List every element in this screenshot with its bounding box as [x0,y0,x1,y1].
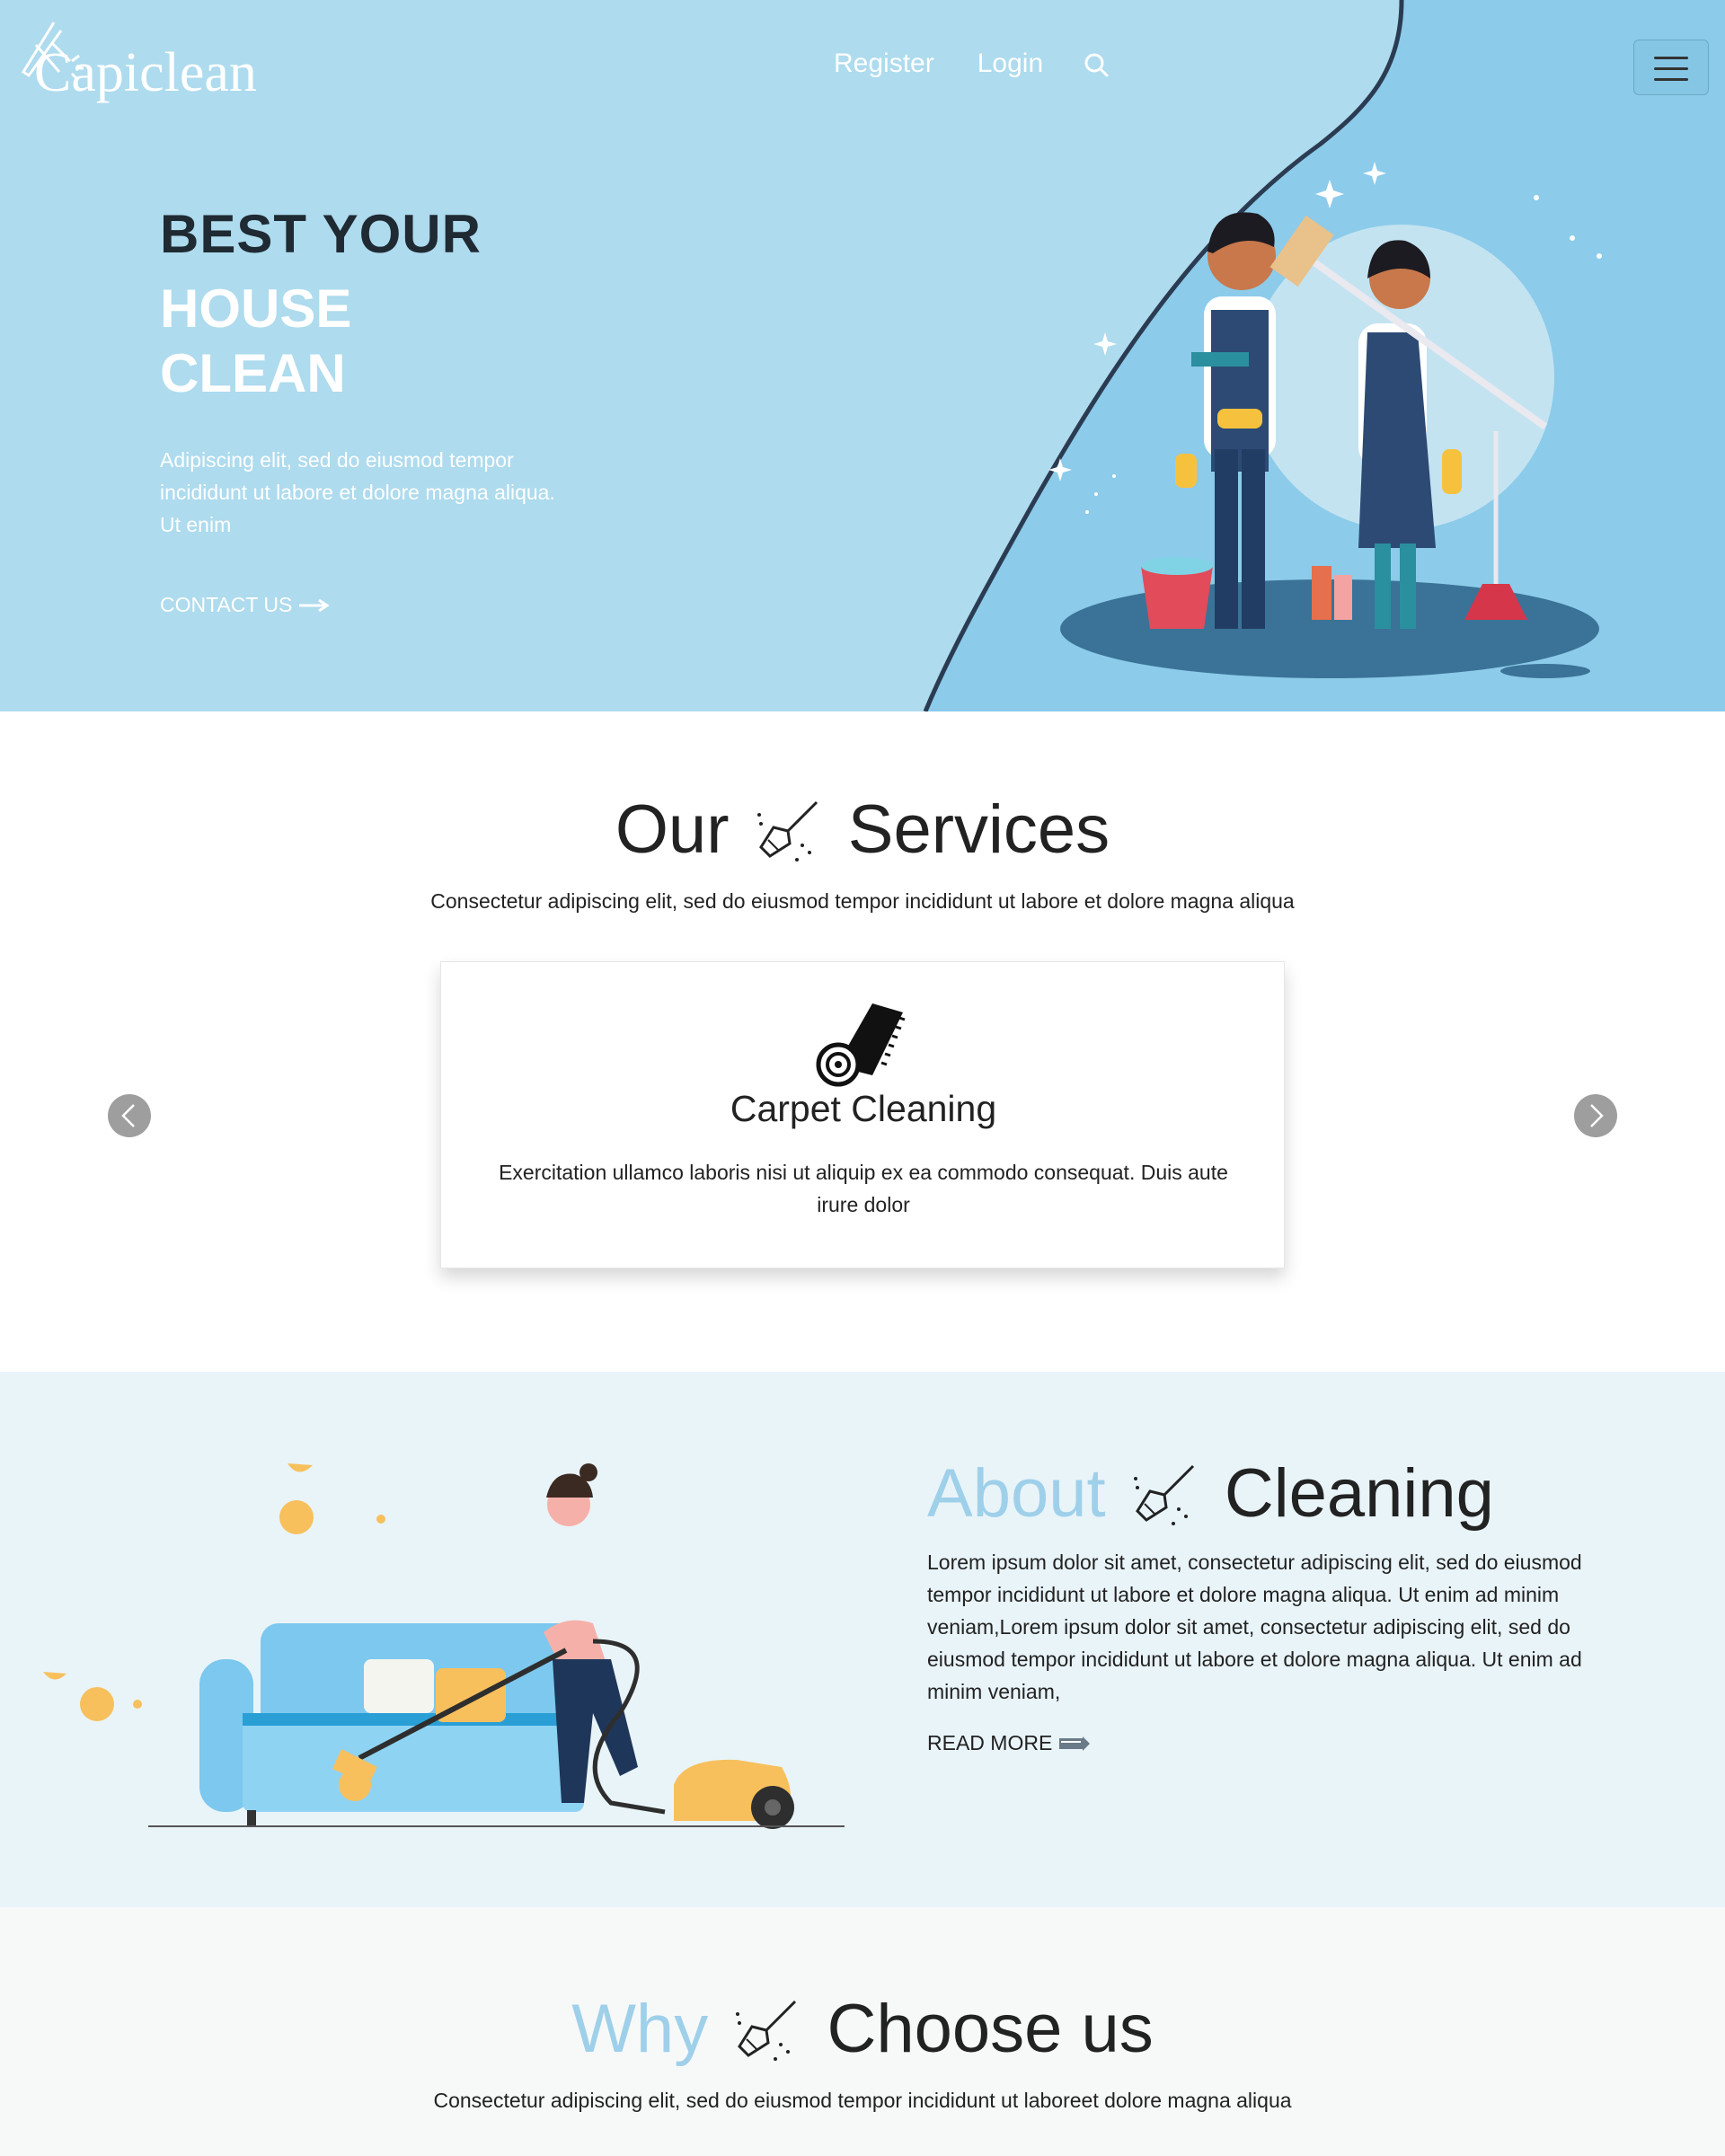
about-title: About Cleaning [927,1454,1494,1533]
why-title: Why Choose us [0,1990,1725,2068]
search-icon[interactable] [1084,52,1110,79]
why-title-right: Choose us [827,1991,1154,2067]
service-card-text: Exercitation ullamco laboris nisi ut ali… [499,1161,1228,1216]
top-nav: Register Login [834,49,1043,79]
why-subtitle: Consectetur adipiscing elit, sed do eius… [433,2089,1292,2112]
register-link[interactable]: Register [834,49,934,79]
hero-title-line1: BEST YOUR [160,204,482,264]
chevron-right-icon [1590,1104,1604,1127]
hero-title-line2: HOUSE [160,278,352,339]
why-section: Why Choose us Consectetur adipiscing eli… [0,1907,1725,2156]
contact-us-link[interactable]: CONTACT US [160,593,331,617]
about-section: About Cleaning Lorem ipsum dolor sit ame… [0,1372,1725,1907]
why-title-accent: Why [571,1991,709,2067]
carousel-prev-button[interactable] [108,1094,151,1137]
hero-section: Capiclean Register Login BEST YOUR HOUSE… [0,0,1725,711]
broom-icon [736,2000,797,2061]
hero-title-line3: CLEAN [160,343,346,403]
about-title-right: Cleaning [1224,1455,1494,1532]
services-title-right: Services [847,791,1110,868]
chevron-left-icon [121,1104,135,1127]
arrow-right-icon [1059,1736,1091,1751]
carousel-next-button[interactable] [1574,1094,1617,1137]
read-more-link[interactable]: READ MORE [927,1731,1091,1755]
hamburger-menu-icon [1654,78,1688,81]
menu-toggle-button[interactable] [1633,40,1709,95]
hamburger-menu-icon [1654,67,1688,70]
hamburger-menu-icon [1654,57,1688,59]
hero-description: Adipiscing elit, sed do eiusmod tempor i… [160,448,555,536]
services-subtitle: Consectetur adipiscing elit, sed do eius… [430,889,1295,913]
services-title: Our Services [0,791,1725,869]
broom-icon [756,800,818,862]
services-title-left: Our [615,791,730,868]
arrow-right-icon [299,598,331,612]
about-description: Lorem ipsum dolor sit amet, consectetur … [927,1551,1582,1703]
read-more-label: READ MORE [927,1731,1053,1754]
login-link[interactable]: Login [978,49,1043,79]
contact-us-label: CONTACT US [160,593,293,616]
about-title-accent: About [927,1455,1106,1532]
broom-icon [1133,1464,1194,1525]
carpet-roll-icon [816,1003,906,1087]
service-card[interactable]: Carpet Cleaning Exercitation ullamco lab… [440,961,1285,1268]
logo-text[interactable]: Capiclean [34,41,257,105]
hero-title: HOUSE CLEAN [160,277,609,406]
service-card-title: Carpet Cleaning [730,1088,997,1129]
cleaners-illustration [1048,162,1602,678]
vacuum-cleaning-illustration [43,1463,845,1829]
